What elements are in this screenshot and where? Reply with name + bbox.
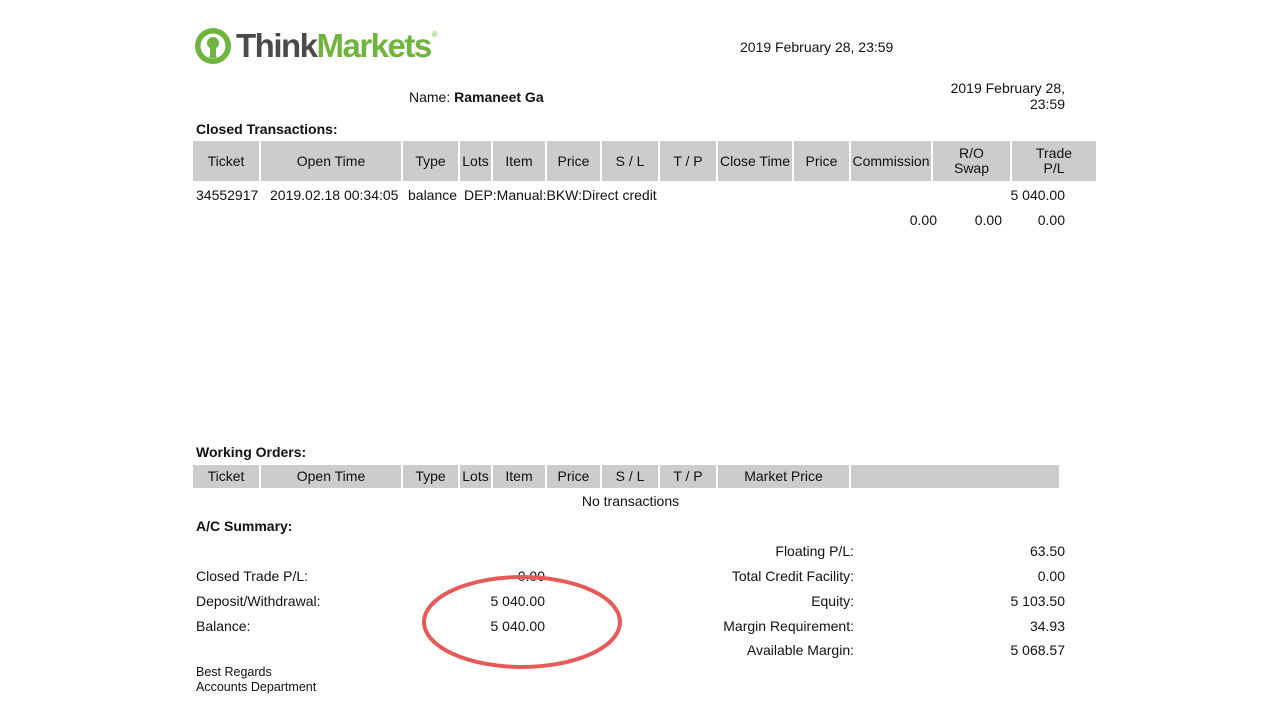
logo-registered-mark: ® (431, 30, 438, 39)
total-swap: 0.00 (974, 212, 1002, 228)
summary-value: 5 068.57 (1010, 642, 1066, 658)
col-type: Type (403, 141, 458, 181)
row-type: balance (408, 187, 458, 203)
account-name: Name: Ramaneet Ga (409, 89, 544, 105)
col-commission: Commission (851, 141, 931, 181)
col-type: Type (403, 465, 458, 488)
report-date: 2019 February 28, 23:59 (740, 39, 894, 55)
logo-text-markets: Markets (316, 27, 433, 64)
col-open-time: Open Time (261, 465, 401, 488)
col-close-price: Price (794, 141, 849, 181)
summary-label: Deposit/Withdrawal: (196, 593, 321, 609)
name-value: Ramaneet Ga (454, 89, 544, 105)
col-price: Price (547, 465, 600, 488)
row-ticket: 34552917 (196, 187, 259, 203)
working-orders-title: Working Orders: (196, 444, 307, 460)
working-orders-header: Ticket Open Time Type Lots Item Price S … (191, 465, 1061, 488)
col-price: Price (547, 141, 600, 181)
thinkmarkets-logo: Think Markets ® (193, 24, 438, 68)
col-trade-pl: Trade P/L (1012, 141, 1096, 181)
summary-value: 0.00 (1037, 568, 1065, 584)
col-lots: Lots (460, 465, 491, 488)
summary-label: Equity: (811, 593, 854, 609)
closed-transactions-title: Closed Transactions: (196, 121, 338, 137)
col-ro-swap: R/O Swap (933, 141, 1010, 181)
col-close-time: Close Time (718, 141, 792, 181)
highlight-ellipse (422, 575, 622, 669)
col-item: Item (493, 141, 545, 181)
logo-text-think: Think (236, 27, 318, 64)
col-tp: T / P (660, 465, 716, 488)
summary-value: 63.50 (1029, 543, 1065, 559)
name-label: Name: (409, 89, 451, 105)
summary-label: Total Credit Facility: (731, 568, 854, 584)
col-ticket: Ticket (193, 141, 259, 181)
summary-label: Balance: (196, 618, 251, 634)
total-trade-pl: 0.00 (1037, 212, 1065, 228)
col-item: Item (493, 465, 545, 488)
summary-value: 5 103.50 (1010, 593, 1066, 609)
summary-label: Margin Requirement: (723, 618, 854, 634)
report-date-right-line1: 2019 February 28, (950, 80, 1065, 96)
total-commission: 0.00 (909, 212, 937, 228)
no-transactions-text: No transactions (581, 493, 680, 509)
row-trade-pl: 5 040.00 (1010, 187, 1066, 203)
col-sl: S / L (602, 465, 658, 488)
col-ticket: Ticket (193, 465, 259, 488)
col-market-price: Market Price (718, 465, 849, 488)
signature-line1: Best Regards (196, 665, 272, 679)
summary-value: 34.93 (1029, 618, 1065, 634)
lightbulb-logo-icon (195, 28, 231, 64)
col-open-time: Open Time (261, 141, 401, 181)
ac-summary-title: A/C Summary: (196, 518, 293, 534)
closed-transactions-header: Ticket Open Time Type Lots Item Price S … (191, 141, 1098, 181)
summary-label: Floating P/L: (775, 543, 854, 559)
signature: Best Regards Accounts Department (196, 665, 316, 695)
col-blank (851, 465, 1059, 488)
report-date-right: 2019 February 28, 23:59 (900, 80, 1065, 112)
col-lots: Lots (460, 141, 491, 181)
signature-line2: Accounts Department (196, 680, 317, 694)
row-item: DEP:Manual:BKW:Direct credit (464, 187, 657, 203)
summary-label: Available Margin: (746, 642, 854, 658)
col-tp: T / P (660, 141, 716, 181)
report-date-right-line2: 23:59 (1029, 96, 1065, 112)
row-open-time: 2019.02.18 00:34:05 (270, 187, 399, 203)
col-sl: S / L (602, 141, 658, 181)
summary-label: Closed Trade P/L: (196, 568, 309, 584)
